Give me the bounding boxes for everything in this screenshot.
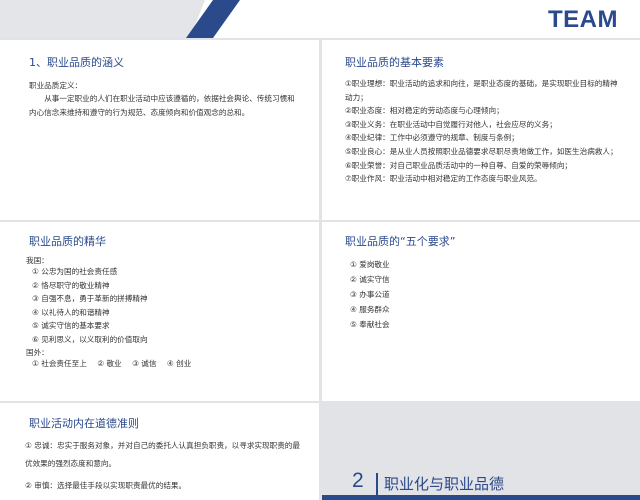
list-item: ①职业理想：职业活动的追求和向往，是职业态度的基础，是实现职业目标的精神动力； [345,79,618,102]
list-item: ③ 自强不息，勇于革新的拼搏精神 [32,294,148,304]
basic-elements-list: ①职业理想：职业活动的追求和向往，是职业态度的基础，是实现职业目标的精神动力； … [345,77,625,186]
section-divider [376,473,378,495]
list-item: ② 诚实守信 [350,275,390,284]
header-decoration [186,0,640,38]
list-item: ① 忠诚：忠实于服务对象，并对自己的委托人认真担负职责，以寻求实现职责的最优效果… [25,441,300,468]
list-item: ① 公忠为国的社会责任感 [32,267,118,276]
list-item: ① 社会责任至上 [32,359,87,368]
requirements-list: ① 爱岗敬业 ② 诚实守信 ③ 办事公道 ④ 服务群众 ⑤ 奉献社会 [350,257,390,332]
card-basic-elements-title: 职业品质的基本要素 [345,56,444,69]
list-item: ② 恪尽职守的敬业精神 [32,280,110,290]
definition-label: 职业品质定义： [29,81,83,90]
section-accent-strip [322,495,640,500]
list-item: ② 敬业 [97,359,122,368]
card-essence-title: 职业品质的精华 [29,235,106,248]
card-moral-principles: 职业活动内在道德准则 ① 忠诚：忠实于服务对象，并对自己的委托人认真担负职责，以… [0,403,319,500]
list-item: ④ 创业 [166,359,192,368]
list-item: ③ 诚信 [132,359,157,368]
list-item: ④ 以礼待人的和谐精神 [32,307,110,317]
foreign-list: ① 社会责任至上 ② 敬业 ③ 诚信 ④ 创业 [32,358,191,369]
foreign-label: 国外： [26,348,49,357]
list-item: ⑦职业作风：职业活动中相对稳定的工作态度与职业风范。 [345,174,542,184]
header: TEAM [0,0,640,38]
section-title: 职业化与职业品德 [384,475,505,493]
list-item: ③职业义务：在职业活动中自觉履行对他人，社会应尽的义务； [345,119,557,129]
list-item: ④职业纪律：工作中必须遵守的规章、制度与条例； [345,133,519,143]
card-five-requirements-title: 职业品质的“五个要求” [345,235,456,248]
card-moral-principles-title: 职业活动内在道德准则 [29,417,139,430]
definition-paragraph: 从事一定职业的人们在职业活动中应该遵循的，依据社会舆论、传统习惯和内心信念来维持… [29,94,295,118]
card-five-requirements: 职业品质的“五个要求” ① 爱岗敬业 ② 诚实守信 ③ 办事公道 ④ 服务群众 … [322,222,640,401]
list-item: ⑥职业荣誉：对自己职业品质活动中的一种自尊、自爱的荣辱倾向； [345,160,573,170]
list-item: ② 审慎：选择最佳手段以实现职责最优的结果。 [25,481,187,491]
domestic-list: ① 公忠为国的社会责任感 ② 恪尽职守的敬业精神 ③ 自强不息，勇于革新的拼搏精… [32,265,148,347]
card-definition: 1、职业品质的涵义 职业品质定义： 从事一定职业的人们在职业活动中应该遵循的，依… [0,40,319,220]
card-essence: 职业品质的精华 我国： ① 公忠为国的社会责任感 ② 恪尽职守的敬业精神 ③ 自… [0,222,319,401]
list-item: ⑥ 见利思义，以义取利的价值取向 [32,334,148,344]
header-title: TEAM [548,6,618,33]
list-item: ① 爱岗敬业 [350,260,390,269]
section-heading: 2 职业化与职业品德 [322,403,640,500]
list-item: ⑤职业良心：是从业人员按照职业品德要求尽职尽责地做工作，如医生治病救人； [345,146,618,156]
list-item: ⑤ 奉献社会 [350,320,390,329]
moral-principles-list: ① 忠诚：忠实于服务对象，并对自己的委托人认真担负职责，以寻求实现职责的最优效果… [25,437,303,495]
card-definition-title: 1、职业品质的涵义 [29,56,124,69]
section-number: 2 [352,469,364,492]
list-item: ⑤ 诚实守信的基本要求 [32,321,110,331]
card-basic-elements: 职业品质的基本要素 ①职业理想：职业活动的追求和向往，是职业态度的基础，是实现职… [322,40,640,220]
list-item: ②职业态度：相对稳定的劳动态度与心理倾向； [345,106,504,116]
list-item: ③ 办事公道 [350,290,390,299]
list-item: ④ 服务群众 [350,305,390,314]
